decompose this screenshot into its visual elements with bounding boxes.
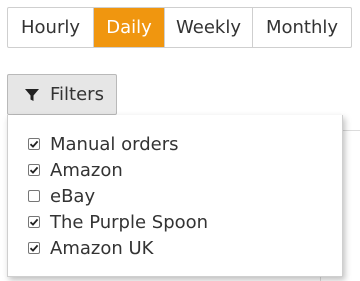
filters-button[interactable]: Filters [7,74,117,115]
filters-dropdown: Manual orders Amazon eBay The Purple Spo… [7,115,343,277]
filter-option-label: eBay [50,185,96,207]
filter-option-amazon[interactable]: Amazon [28,157,208,183]
filter-option-ebay[interactable]: eBay [28,183,208,209]
tab-monthly[interactable]: Monthly [253,8,351,47]
tab-daily[interactable]: Daily [94,8,165,47]
checkbox-amazon[interactable] [28,164,40,176]
filter-option-amazon-uk[interactable]: Amazon UK [28,235,208,261]
filter-option-label: Manual orders [50,133,179,155]
tab-hourly[interactable]: Hourly [8,8,94,47]
checkbox-manual-orders[interactable] [28,138,40,150]
checkbox-the-purple-spoon[interactable] [28,216,40,228]
checkbox-ebay[interactable] [28,190,40,202]
period-tabs: Hourly Daily Weekly Monthly [7,7,352,48]
filter-option-label: Amazon [50,159,123,181]
filter-option-manual-orders[interactable]: Manual orders [28,131,208,157]
tab-weekly[interactable]: Weekly [165,8,253,47]
filter-option-label: Amazon UK [50,237,154,259]
checkbox-amazon-uk[interactable] [28,242,40,254]
filter-icon [24,87,40,103]
filter-option-label: The Purple Spoon [50,211,209,233]
filter-option-list: Manual orders Amazon eBay The Purple Spo… [28,131,208,261]
filter-option-the-purple-spoon[interactable]: The Purple Spoon [28,209,208,235]
filters-button-label: Filters [50,84,104,105]
